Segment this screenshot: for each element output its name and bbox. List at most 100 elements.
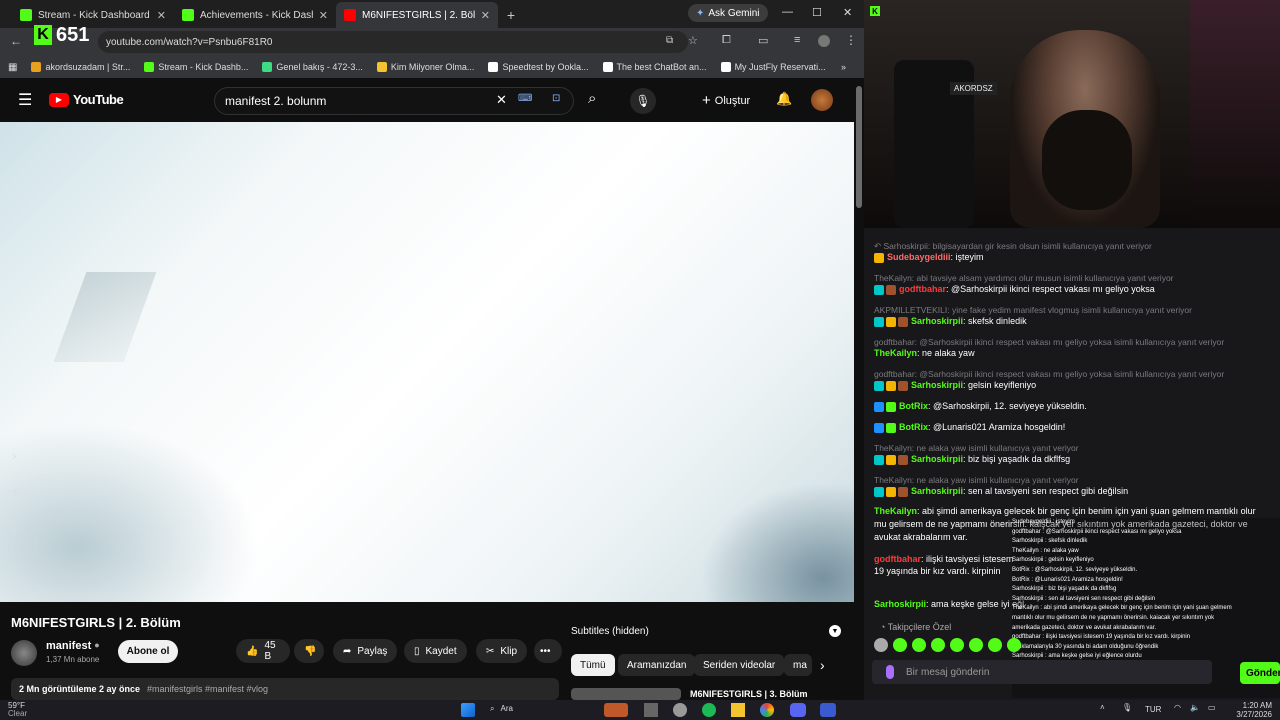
address-bar[interactable]: youtube.com/watch?v=Psnbu6F81R0 — [98, 31, 688, 53]
bookmark-item[interactable]: Genel bakış - 472-3... — [262, 62, 363, 72]
subscribe-button[interactable]: Abone ol — [118, 640, 178, 663]
replay-icon[interactable]: ↻ — [12, 487, 21, 500]
file-explorer-icon[interactable] — [731, 703, 745, 717]
chat-username[interactable]: Sarhoskirpii — [911, 486, 963, 496]
battery-icon[interactable]: ▭ — [1208, 703, 1216, 712]
chip-from-search[interactable]: Aramanızdan — [618, 654, 696, 676]
emote-icon[interactable] — [874, 638, 888, 652]
taskbar-search[interactable]: ⌕ Ara — [490, 704, 513, 714]
chip-more[interactable]: ma — [784, 654, 812, 676]
close-window-button[interactable]: ✕ — [843, 6, 852, 19]
channel-name-row[interactable]: manifest ● — [46, 640, 100, 652]
profile-avatar[interactable] — [818, 35, 830, 47]
discord-icon[interactable] — [790, 703, 806, 717]
next-icon[interactable]: › — [12, 447, 17, 463]
emote-icon[interactable] — [950, 638, 964, 652]
close-icon[interactable]: ✕ — [157, 9, 166, 22]
chat-username[interactable]: Sudebaygeldiii — [887, 252, 951, 262]
channel-avatar[interactable] — [11, 640, 37, 666]
close-icon[interactable]: ✕ — [481, 9, 490, 22]
back-arrow-icon[interactable]: ← — [10, 34, 22, 48]
tray-chevron-icon[interactable]: ˄ — [1100, 703, 1105, 712]
microphone-tray-icon[interactable]: 🎙 — [1122, 703, 1132, 712]
streaming-app-icon[interactable] — [820, 703, 836, 717]
chat-username[interactable]: Sarhoskirpii — [911, 316, 963, 326]
chat-username[interactable]: BotRix — [899, 401, 928, 411]
search-icon[interactable]: ⌕ — [588, 90, 596, 107]
emote-icon[interactable] — [931, 638, 945, 652]
clip-button[interactable]: ✂ Klip — [476, 639, 528, 663]
keyboard-icon[interactable]: ⌨ — [518, 93, 532, 104]
close-icon[interactable]: ✕ — [319, 9, 328, 22]
share-button[interactable]: ➦ Paylaş — [333, 639, 398, 663]
more-actions-button[interactable]: ••• — [534, 639, 562, 663]
emote-icon[interactable] — [912, 638, 926, 652]
like-button[interactable]: 👍 45 B — [236, 639, 290, 663]
maximize-button[interactable]: ☐ — [812, 6, 822, 19]
bookmark-item[interactable]: My JustFly Reservati... — [720, 62, 826, 72]
next-video-thumbnail[interactable] — [571, 688, 681, 700]
bookmark-item[interactable]: The best ChatBot an... — [602, 62, 707, 72]
bookmark-item[interactable]: Kim Milyoner Olma... — [376, 62, 474, 72]
chat-username[interactable]: godftbahar — [899, 284, 946, 294]
chat-username[interactable]: TheKailyn — [874, 348, 917, 358]
hamburger-menu-icon[interactable]: ☰ — [18, 90, 32, 110]
emote-icon[interactable] — [1007, 638, 1021, 652]
subtitles-panel[interactable]: Subtitles (hidden) ▼ — [571, 622, 841, 640]
dislike-button[interactable]: 👎 — [294, 639, 324, 663]
tab-kick-achievements[interactable]: Achievements - Kick Dashboard ✕ — [174, 2, 336, 28]
chat-username[interactable]: BotRix — [899, 422, 928, 432]
chat-username[interactable]: Sarhoskirpii — [911, 454, 963, 464]
ask-gemini-button[interactable]: ✦ Ask Gemini — [688, 4, 768, 22]
account-avatar[interactable] — [811, 89, 833, 111]
wifi-icon[interactable]: ◠ — [1174, 703, 1181, 712]
language-indicator[interactable]: TUR — [1145, 705, 1161, 714]
video-player[interactable]: › ↻ ‹ — [0, 122, 854, 602]
chat-username[interactable]: TheKailyn — [874, 506, 917, 516]
lens-icon[interactable]: ⊡ — [552, 93, 560, 104]
windows-start-icon[interactable] — [461, 703, 475, 717]
taskbar-app-icon[interactable] — [604, 703, 628, 717]
youtube-logo[interactable]: ▶ YouTube — [49, 92, 124, 107]
send-button[interactable]: Gönder — [1240, 662, 1280, 684]
cast-icon[interactable]: ▭ — [758, 34, 768, 47]
media-icon[interactable]: ≡ — [794, 34, 800, 46]
chip-series[interactable]: Seriden videolar — [694, 654, 785, 676]
volume-icon[interactable]: 🔈 — [1190, 703, 1200, 712]
notifications-bell-icon[interactable]: 🔔 — [776, 91, 792, 107]
menu-dots-icon[interactable]: ⋮ — [845, 33, 857, 47]
tab-youtube[interactable]: M6NIFESTGIRLS | 2. Bölüm - Yo ✕ — [336, 2, 498, 28]
task-view-icon[interactable] — [644, 703, 658, 717]
chip-all[interactable]: Tümü — [571, 654, 615, 676]
extensions-icon[interactable]: ⧠ — [722, 34, 731, 47]
bookmark-star-icon[interactable]: ☆ — [688, 34, 698, 47]
bookmark-item[interactable]: Speedtest by Ookla... — [488, 62, 589, 72]
chevron-right-icon[interactable]: » — [841, 62, 846, 72]
emote-icon[interactable] — [893, 638, 907, 652]
chat-input[interactable]: Bir mesaj gönderin — [872, 660, 1212, 684]
new-tab-button[interactable]: + — [498, 2, 524, 28]
chevron-right-icon[interactable]: › — [820, 657, 825, 673]
emote-icon[interactable] — [969, 638, 983, 652]
emote-icon[interactable] — [988, 638, 1002, 652]
chat-username[interactable]: Sarhoskirpii — [911, 380, 963, 390]
settings-gear-icon[interactable] — [673, 703, 687, 717]
install-icon[interactable]: ⧉ — [666, 35, 673, 46]
page-scrollbar[interactable] — [856, 86, 862, 208]
bookmark-item[interactable]: Stream - Kick Dashb... — [144, 62, 248, 72]
chat-username[interactable]: Sarhoskirpii — [874, 599, 926, 609]
minimize-button[interactable]: — — [782, 6, 793, 18]
clear-search-icon[interactable]: ✕ — [496, 92, 507, 108]
spotify-icon[interactable] — [702, 703, 716, 717]
previous-icon[interactable]: ‹ — [12, 522, 17, 538]
bookmark-item[interactable]: akordsuzadam | Str... — [31, 62, 130, 72]
apps-grid-icon[interactable]: ▦ — [8, 62, 17, 73]
save-button[interactable]: ▯ Kaydet — [404, 639, 467, 663]
create-button[interactable]: + Oluştur — [702, 92, 750, 109]
clock[interactable]: 1:20 AM 3/27/2026 — [1226, 701, 1272, 719]
chrome-icon[interactable] — [760, 703, 774, 717]
weather-widget[interactable]: 59°F Clear — [8, 702, 27, 718]
chat-username[interactable]: godftbahar — [874, 554, 921, 564]
microphone-icon[interactable]: 🎙 — [630, 88, 656, 114]
next-video-title[interactable]: M6NIFESTGIRLS | 3. Bölüm — [690, 689, 808, 699]
